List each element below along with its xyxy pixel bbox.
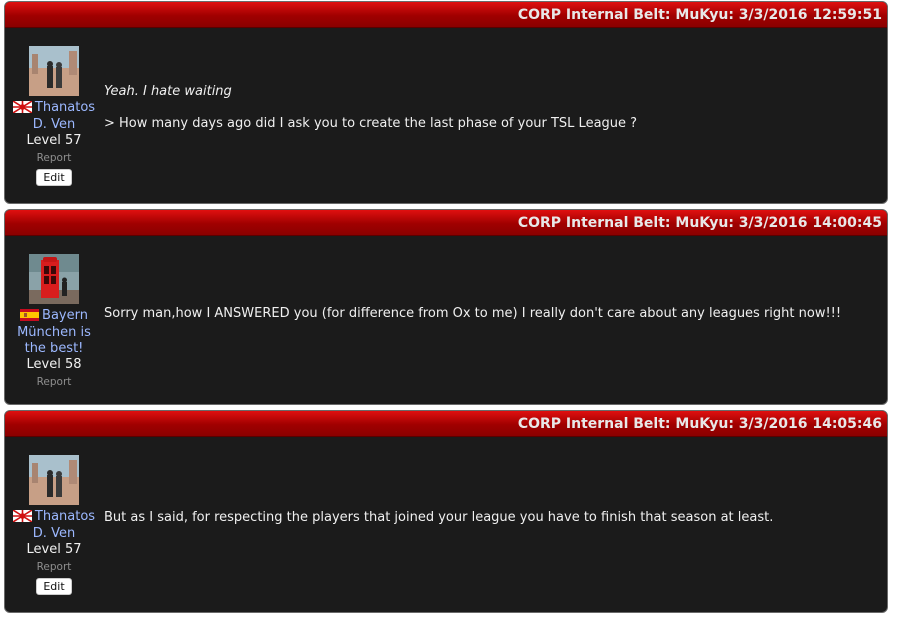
avatar[interactable] [29, 46, 79, 96]
post-header: CORP Internal Belt: MuKyu: 3/3/2016 14:0… [5, 210, 887, 236]
author-name[interactable]: Bayern [42, 308, 88, 323]
forum-post: CORP Internal Belt: MuKyu: 3/3/2016 14:0… [4, 209, 888, 405]
author-level: Level 58 [26, 356, 82, 372]
report-link[interactable]: Report [5, 374, 103, 390]
message-line: But as I said, for respecting the player… [104, 510, 774, 525]
spain-flag-icon [20, 309, 40, 321]
author-panel: Bayern München is the best! Level 58 Rep… [5, 254, 103, 390]
author-panel: Thanatos D. Ven Level 57 Report Edit [5, 46, 103, 186]
message-line: > How many days ago did I ask you to cre… [104, 116, 638, 131]
forum-post: CORP Internal Belt: MuKyu: 3/3/2016 14:0… [4, 410, 888, 613]
avatar[interactable] [29, 455, 79, 505]
author-level: Level 57 [26, 541, 82, 557]
edit-button[interactable]: Edit [36, 577, 72, 595]
report-link[interactable]: Report [5, 559, 103, 575]
author-name-cont[interactable]: München is [5, 325, 103, 341]
author-name[interactable]: Thanatos [35, 100, 95, 115]
author-name-cont[interactable]: D. Ven [5, 117, 103, 133]
edit-button[interactable]: Edit [36, 168, 72, 186]
forum-post: CORP Internal Belt: MuKyu: 3/3/2016 12:5… [4, 1, 888, 204]
rising-sun-flag-icon [12, 510, 32, 522]
author-name[interactable]: Thanatos [35, 509, 95, 524]
message-line: Yeah. I hate waiting [104, 84, 232, 99]
post-header: CORP Internal Belt: MuKyu: 3/3/2016 12:5… [5, 2, 887, 28]
author-panel: Thanatos D. Ven Level 57 Report Edit [5, 455, 103, 595]
report-link[interactable]: Report [5, 150, 103, 166]
rising-sun-flag-icon [12, 101, 32, 113]
post-header: CORP Internal Belt: MuKyu: 3/3/2016 14:0… [5, 411, 887, 437]
author-level: Level 57 [26, 132, 82, 148]
author-name-cont[interactable]: D. Ven [5, 526, 103, 542]
author-name-cont[interactable]: the best! [5, 341, 103, 357]
message-line: Sorry man,how I ANSWERED you (for differ… [104, 306, 842, 321]
avatar[interactable] [29, 254, 79, 304]
